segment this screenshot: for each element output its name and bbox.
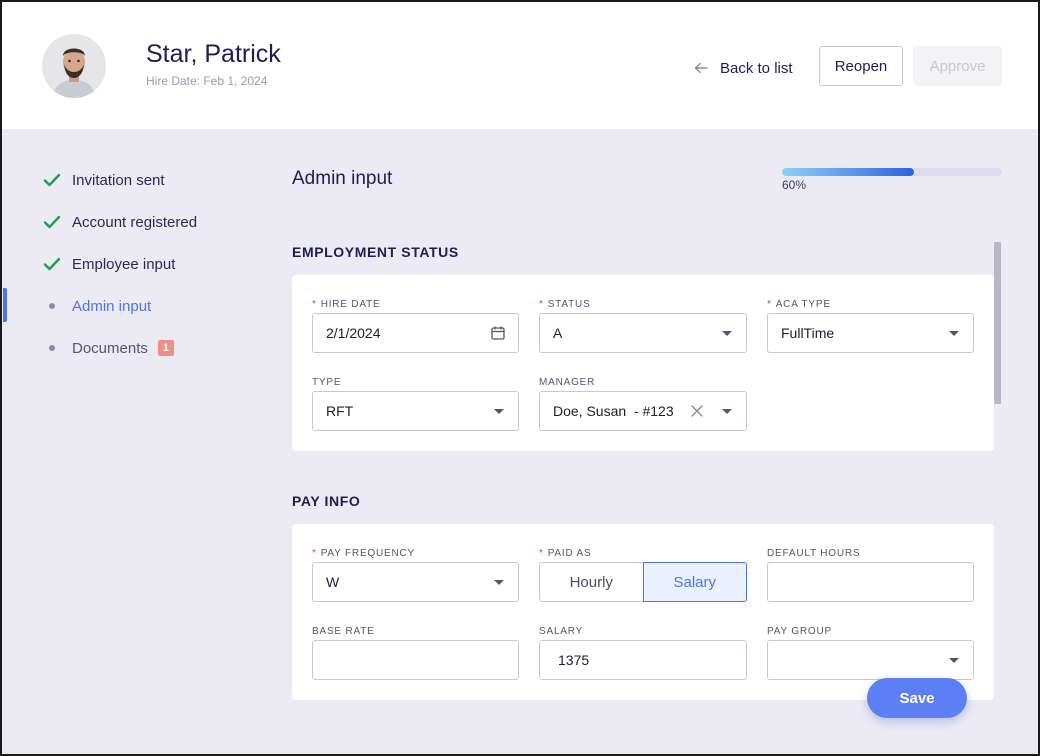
pay-group-select[interactable]: [767, 640, 974, 680]
chevron-down-icon: [722, 409, 732, 414]
manager-select[interactable]: Doe, Susan - #123: [539, 391, 747, 431]
default-hours-label: DEFAULT HOURS: [767, 548, 861, 559]
type-label: TYPE: [312, 377, 342, 388]
pay-info-card: * PAY FREQUENCY W * PAID AS Hourly Salary …: [292, 524, 994, 700]
employment-status-card: * HIRE DATE 2/1/2024 * STATUS A * ACA TYPE …: [292, 275, 994, 451]
progress-bar: [782, 168, 1002, 176]
employee-header: Star, Patrick Hire Date: Feb 1, 2024 Bac…: [2, 2, 1038, 129]
chevron-down-icon: [494, 580, 504, 585]
app-frame: Star, Patrick Hire Date: Feb 1, 2024 Bac…: [0, 0, 1040, 756]
employment-status-title: EMPLOYMENT STATUS: [292, 244, 459, 260]
aca-type-label: * ACA TYPE: [767, 299, 831, 310]
hire-date-input[interactable]: 2/1/2024: [312, 313, 519, 353]
step-employee-input[interactable]: Employee input: [42, 254, 175, 274]
hire-date-value: 2/1/2024: [326, 325, 381, 341]
salary-label: SALARY: [539, 626, 584, 637]
back-to-list-label: Back to list: [720, 59, 793, 77]
paid-as-toggle[interactable]: Hourly Salary: [539, 562, 747, 602]
reopen-button[interactable]: Reopen: [819, 46, 903, 86]
active-step-indicator: [3, 288, 7, 322]
aca-type-value: FullTime: [781, 325, 835, 341]
scrollbar-thumb[interactable]: [994, 242, 1001, 404]
dot-icon: [42, 296, 62, 316]
approve-button[interactable]: Approve: [913, 46, 1002, 86]
status-value: A: [553, 325, 563, 341]
type-value: RFT: [326, 403, 354, 419]
salary-input[interactable]: 1375: [539, 640, 747, 680]
page-title: Admin input: [292, 168, 393, 189]
step-label: Admin input: [72, 297, 152, 315]
check-icon: [42, 254, 62, 274]
salary-value: 1375: [558, 652, 590, 668]
chevron-down-icon: [949, 658, 959, 663]
pay-info-title: PAY INFO: [292, 493, 361, 509]
step-invitation-sent[interactable]: Invitation sent: [42, 170, 165, 190]
hire-date-summary: Hire Date: Feb 1, 2024: [146, 74, 268, 88]
chevron-down-icon: [494, 409, 504, 414]
chevron-down-icon: [949, 331, 959, 336]
status-label: * STATUS: [539, 299, 591, 310]
close-icon[interactable]: [690, 404, 704, 418]
status-select[interactable]: A: [539, 313, 747, 353]
pay-frequency-select[interactable]: W: [312, 562, 519, 602]
pay-group-label: PAY GROUP: [767, 626, 832, 637]
step-label: Employee input: [72, 255, 176, 273]
step-label: Documents: [72, 339, 148, 357]
paid-as-hourly-option[interactable]: Hourly: [539, 562, 643, 602]
documents-count-badge: 1: [157, 340, 174, 356]
step-documents[interactable]: Documents 1: [42, 338, 174, 358]
step-label: Invitation sent: [72, 171, 165, 189]
default-hours-input[interactable]: [767, 562, 974, 602]
check-icon: [42, 212, 62, 232]
step-label: Account registered: [72, 213, 198, 231]
calendar-icon[interactable]: [490, 325, 506, 341]
base-rate-label: BASE RATE: [312, 626, 375, 637]
base-rate-input[interactable]: [312, 640, 519, 680]
progress-fill: [782, 168, 914, 176]
check-icon: [42, 170, 62, 190]
back-to-list-link[interactable]: Back to list: [694, 58, 793, 78]
pay-frequency-value: W: [326, 574, 340, 590]
step-admin-input[interactable]: Admin input: [42, 296, 151, 316]
paid-as-salary-option[interactable]: Salary: [642, 562, 747, 602]
avatar-photo: [42, 34, 106, 98]
progress-label: 60%: [782, 178, 807, 192]
hire-date-label: * HIRE DATE: [312, 299, 381, 310]
pay-frequency-label: * PAY FREQUENCY: [312, 548, 416, 559]
step-account-registered[interactable]: Account registered: [42, 212, 197, 232]
dot-icon: [42, 338, 62, 358]
employee-name: Star, Patrick: [146, 40, 281, 68]
paid-as-label: * PAID AS: [539, 548, 592, 559]
manager-label: MANAGER: [539, 377, 596, 388]
chevron-down-icon: [722, 331, 732, 336]
avatar: [42, 34, 106, 98]
aca-type-select[interactable]: FullTime: [767, 313, 974, 353]
save-button[interactable]: Save: [867, 678, 967, 718]
type-select[interactable]: RFT: [312, 391, 519, 431]
arrow-left-icon: [694, 62, 708, 74]
manager-value: Doe, Susan - #123: [553, 403, 674, 419]
